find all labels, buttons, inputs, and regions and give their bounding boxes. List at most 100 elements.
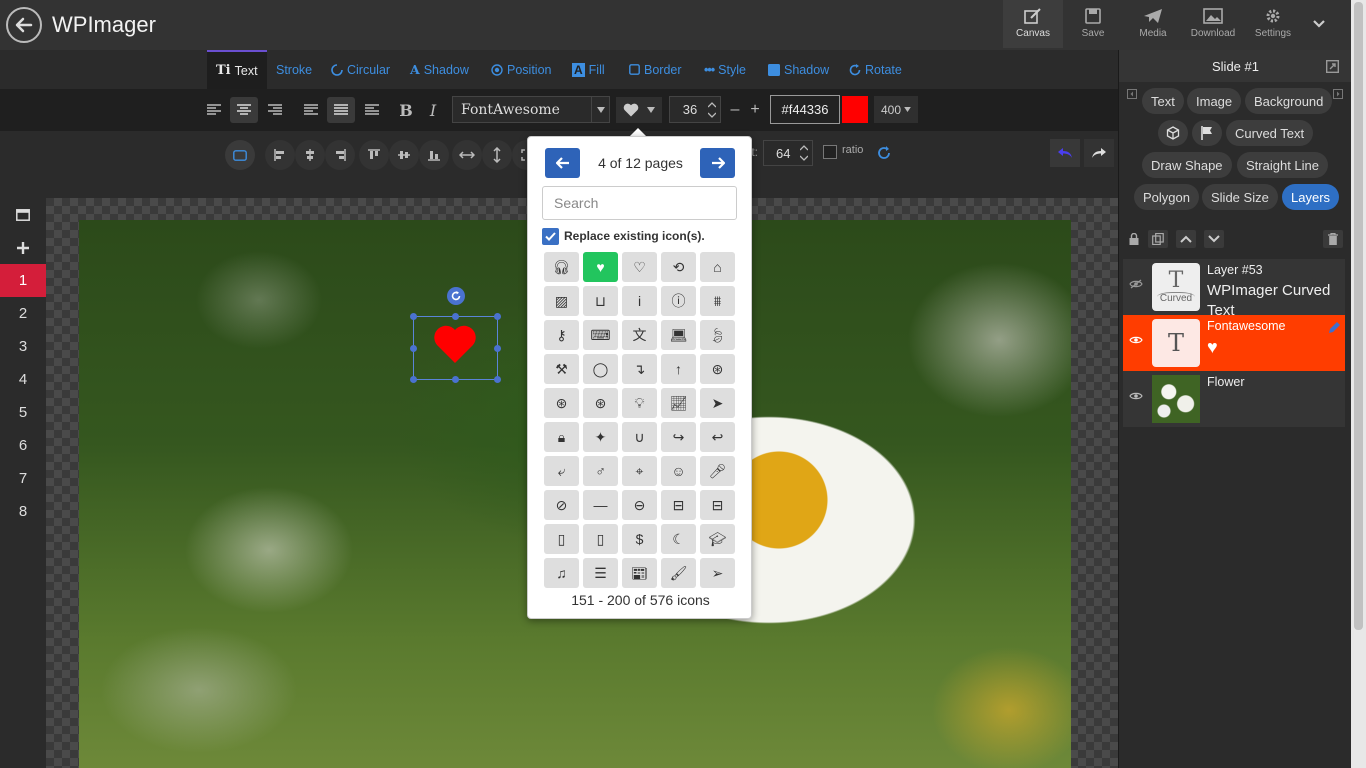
map-marker-icon[interactable]: ⌖ (622, 456, 657, 486)
mail-reply-icon[interactable]: ↩ (700, 422, 735, 452)
newspaper-icon[interactable]: 📰︎ (622, 558, 657, 588)
life-buoy-icon[interactable]: ⊛ (544, 388, 579, 418)
slide-size-button[interactable]: Slide Size (1202, 184, 1278, 210)
replace-icons-checkbox[interactable] (542, 228, 559, 245)
align-vcenter-button[interactable] (389, 140, 419, 170)
valign-top-button[interactable] (297, 97, 325, 123)
resize-handle[interactable] (410, 376, 417, 383)
align-bottom-edge-button[interactable] (419, 140, 449, 170)
refresh-button[interactable] (874, 143, 894, 163)
next-page-button[interactable] (700, 148, 735, 178)
decrease-size-button[interactable]: – (727, 97, 743, 123)
align-left-edge-button[interactable] (265, 140, 295, 170)
headphones-icon[interactable]: 🎧︎ (544, 252, 579, 282)
align-right-button[interactable] (261, 97, 289, 123)
tab-fill[interactable]: A Fill (572, 50, 605, 89)
tab-rotate[interactable]: Rotate (849, 50, 902, 89)
settings-nav-button[interactable]: Settings (1243, 0, 1303, 48)
popout-button[interactable] (1324, 58, 1340, 74)
collapse-left-button[interactable] (1126, 88, 1138, 100)
valign-bottom-button[interactable] (358, 97, 386, 123)
mail-reply-all-icon[interactable]: ⤶ (544, 456, 579, 486)
keyboard-icon[interactable]: ⌨ (583, 320, 618, 350)
align-hcenter-button[interactable] (295, 140, 325, 170)
media-nav-button[interactable]: Media (1123, 0, 1183, 48)
font-family-select[interactable]: FontAwesome (452, 96, 610, 123)
mobile-icon[interactable]: ▯ (544, 524, 579, 554)
tab-shadow-box[interactable]: Shadow (768, 50, 829, 89)
collapse-right-button[interactable] (1332, 88, 1344, 100)
gavel-icon[interactable]: ⚒ (544, 354, 579, 384)
align-left-button[interactable] (200, 97, 228, 123)
move-layer-down-button[interactable] (1204, 230, 1224, 248)
straight-line-button[interactable]: Straight Line (1237, 152, 1328, 178)
align-center-button[interactable] (230, 97, 258, 123)
tab-text[interactable]: Ti Text (207, 50, 267, 89)
moon-icon[interactable]: ☾ (661, 524, 696, 554)
italic-button[interactable]: I (419, 97, 447, 123)
lightbulb-icon[interactable]: 💡︎ (622, 388, 657, 418)
slide-item[interactable]: 2 (0, 297, 46, 330)
minus-square-o-icon[interactable]: ⊟ (700, 490, 735, 520)
lemon-icon[interactable]: ◯ (583, 354, 618, 384)
select-all-button[interactable] (225, 140, 255, 170)
eye-icon[interactable] (1129, 335, 1143, 345)
slide-item[interactable]: 4 (0, 363, 46, 396)
stretch-width-button[interactable] (452, 140, 482, 170)
spinner-icon[interactable] (708, 101, 716, 119)
eye-slash-icon[interactable] (1129, 279, 1143, 289)
icon-search-input[interactable]: Search (542, 186, 737, 220)
scrollbar-thumb[interactable] (1354, 2, 1363, 630)
ratio-checkbox[interactable] (823, 145, 837, 159)
navicon-icon[interactable]: ☰ (583, 558, 618, 588)
duplicate-layer-button[interactable] (1148, 230, 1168, 248)
heart-icon[interactable]: ♥ (583, 252, 618, 282)
cube-button[interactable] (1158, 120, 1188, 146)
back-button[interactable] (6, 7, 42, 43)
slide-item[interactable]: 7 (0, 462, 46, 495)
magnet-icon[interactable]: ∪ (622, 422, 657, 452)
slide-item[interactable]: 5 (0, 396, 46, 429)
tab-position[interactable]: Position (491, 50, 551, 89)
font-dropdown-toggle[interactable] (591, 97, 609, 122)
minus-square-icon[interactable]: ⊟ (661, 490, 696, 520)
add-slide-button[interactable] (0, 231, 46, 264)
move-layer-up-button[interactable] (1176, 230, 1196, 248)
align-right-edge-button[interactable] (325, 140, 355, 170)
level-up-icon[interactable]: ↑ (661, 354, 696, 384)
color-swatch[interactable] (842, 96, 868, 123)
layer-item[interactable]: T Curved Layer #53 WPImager Curved Text (1123, 259, 1345, 319)
heart-o-icon[interactable]: ♡ (622, 252, 657, 282)
history-icon[interactable]: ⟲ (661, 252, 696, 282)
lock-layer-button[interactable] (1124, 230, 1144, 248)
stretch-height-button[interactable] (482, 140, 512, 170)
font-size-input[interactable]: 36 (669, 96, 721, 123)
microphone-slash-icon[interactable]: ⊘ (544, 490, 579, 520)
key-icon[interactable]: ⚷ (544, 320, 579, 350)
meh-icon[interactable]: ☺ (661, 456, 696, 486)
line-chart-icon[interactable]: 📈︎ (661, 388, 696, 418)
minus-circle-icon[interactable]: ⊖ (622, 490, 657, 520)
add-image-button[interactable]: Image (1187, 88, 1242, 114)
pencil-icon[interactable] (1328, 321, 1341, 334)
layer-item[interactable]: T Fontawesome ♥ (1123, 315, 1345, 371)
mail-forward-icon[interactable]: ↪ (661, 422, 696, 452)
delete-layer-button[interactable] (1323, 230, 1343, 248)
canvas-nav-button[interactable]: Canvas (1003, 0, 1063, 48)
resize-handle[interactable] (452, 376, 459, 383)
info-icon[interactable]: i (622, 286, 657, 316)
music-icon[interactable]: ♫ (544, 558, 579, 588)
magic-icon[interactable]: ✦ (583, 422, 618, 452)
tab-border[interactable]: Border (629, 50, 682, 89)
layers-button[interactable]: Layers (1282, 184, 1340, 210)
slide-item[interactable]: 1 (0, 264, 46, 297)
resize-handle[interactable] (452, 313, 459, 320)
home-icon[interactable]: ⌂ (700, 252, 735, 282)
draw-shape-button[interactable]: Draw Shape (1142, 152, 1232, 178)
eye-icon[interactable] (1129, 391, 1143, 401)
institution-icon[interactable]: ⩩ (700, 286, 735, 316)
location-arrow-icon[interactable]: ➤ (700, 388, 735, 418)
heart-icon[interactable] (433, 322, 477, 364)
add-curved-text-button[interactable]: Curved Text (1226, 120, 1314, 146)
resize-handle[interactable] (410, 313, 417, 320)
